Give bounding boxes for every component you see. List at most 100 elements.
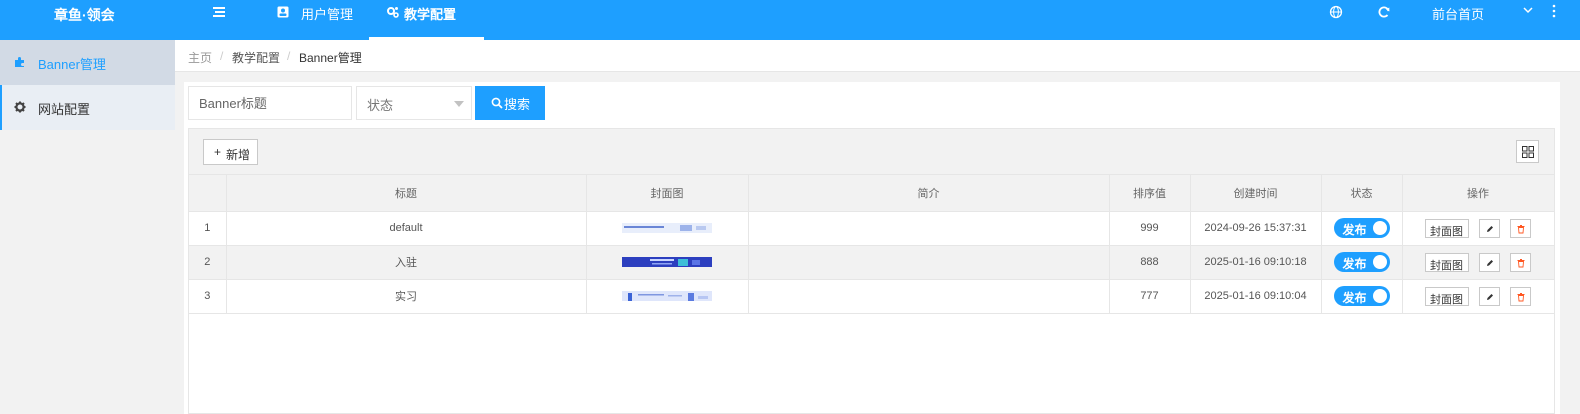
sidebar-item-label: 网站配置: [38, 102, 91, 117]
nav-label: 教学配置: [404, 7, 457, 22]
table-toolbar: + 新增: [189, 129, 1554, 175]
col-header-created[interactable]: 创建时间: [1190, 175, 1322, 212]
status-toggle[interactable]: 发布: [1333, 252, 1390, 272]
add-button-label: 新增: [226, 148, 251, 162]
col-header-status[interactable]: 状态: [1321, 175, 1403, 212]
edit-button[interactable]: [1479, 286, 1500, 306]
search-button-label: 搜索: [504, 97, 531, 112]
row-sort: 999: [1109, 211, 1191, 246]
edit-button[interactable]: [1479, 218, 1500, 238]
more-vertical-icon[interactable]: [1551, 4, 1557, 18]
add-button[interactable]: + 新增: [203, 139, 258, 165]
row-cover: [586, 279, 749, 314]
col-header-index: [189, 175, 227, 212]
row-created: 2024-09-26 15:37:31: [1190, 211, 1322, 246]
gear-icon: [14, 101, 26, 113]
row-intro: [748, 211, 1110, 246]
row-intro: [748, 245, 1110, 280]
top-header: 章鱼·领会 用户管理 教学配置 前台首页: [0, 0, 1580, 40]
cover-button[interactable]: 封面图: [1425, 218, 1469, 238]
banner-table: + 新增 标题 封面图 简介 排序值 创建时间 状态 操作 1 default …: [188, 128, 1555, 414]
row-actions: 封面图: [1402, 211, 1555, 246]
plus-icon: +: [214, 145, 222, 159]
pencil-icon: [1487, 225, 1493, 232]
banner-title-input[interactable]: [188, 86, 352, 120]
nav-user-management[interactable]: 用户管理: [275, 0, 365, 40]
table-header-row: 标题 封面图 简介 排序值 创建时间 状态 操作: [189, 175, 1555, 212]
delete-button[interactable]: [1510, 286, 1531, 306]
col-header-cover[interactable]: 封面图: [586, 175, 749, 212]
cover-button-label: 封面图: [1430, 293, 1463, 306]
row-actions: 封面图: [1402, 245, 1555, 280]
trash-icon: [1517, 224, 1525, 233]
status-toggle-label: 发布: [1342, 257, 1367, 271]
front-home-link[interactable]: 前台首页: [1432, 4, 1484, 23]
row-status: 发布: [1321, 245, 1403, 280]
cover-thumbnail[interactable]: [622, 223, 712, 234]
row-title: 实习: [226, 279, 587, 314]
status-select-value: 状态: [367, 98, 394, 113]
status-toggle-label: 发布: [1342, 291, 1367, 305]
nav-teaching-config[interactable]: 教学配置: [369, 0, 484, 40]
delete-button[interactable]: [1510, 252, 1531, 272]
row-status: 发布: [1321, 279, 1403, 314]
menu-icon[interactable]: [212, 5, 226, 19]
row-intro: [748, 279, 1110, 314]
col-header-intro[interactable]: 简介: [748, 175, 1110, 212]
breadcrumb-current: Banner管理: [299, 51, 362, 65]
row-created: 2025-01-16 09:10:04: [1190, 279, 1322, 314]
row-index: 2: [189, 245, 227, 280]
cover-button-label: 封面图: [1430, 225, 1463, 238]
table-row: 2 入驻 888 2025-01-16 09:10:18 发布 封面图: [189, 245, 1555, 280]
sidebar-indicator: [0, 85, 2, 130]
user-card-icon: [277, 6, 289, 18]
toggle-knob: [1372, 255, 1387, 269]
sidebar-item-site-config[interactable]: 网站配置: [0, 85, 175, 130]
cover-button[interactable]: 封面图: [1425, 286, 1469, 306]
cover-button[interactable]: 封面图: [1425, 252, 1469, 272]
caret-down-icon: [454, 101, 464, 107]
row-index: 3: [189, 279, 227, 314]
cover-thumbnail[interactable]: [622, 257, 712, 268]
table-row: 1 default 999 2024-09-26 15:37:31 发布 封面图: [189, 211, 1555, 246]
edit-button[interactable]: [1479, 252, 1500, 272]
row-index: 1: [189, 211, 227, 246]
grid-icon: [1522, 146, 1534, 158]
row-title: default: [226, 211, 587, 246]
row-cover: [586, 211, 749, 246]
col-header-title[interactable]: 标题: [226, 175, 587, 212]
delete-button[interactable]: [1510, 218, 1531, 238]
sidebar-item-banner[interactable]: Banner管理: [0, 40, 175, 85]
row-sort: 777: [1109, 279, 1191, 314]
row-sort: 888: [1109, 245, 1191, 280]
search-button[interactable]: 搜索: [475, 86, 545, 120]
refresh-icon[interactable]: [1377, 5, 1391, 19]
cover-button-label: 封面图: [1430, 259, 1463, 272]
app-logo[interactable]: 章鱼·领会: [0, 0, 175, 40]
status-select[interactable]: 状态: [356, 86, 472, 120]
column-filter-button[interactable]: [1516, 140, 1539, 163]
row-created: 2025-01-16 09:10:18: [1190, 245, 1322, 280]
status-toggle[interactable]: 发布: [1333, 286, 1390, 306]
pencil-icon: [1487, 293, 1493, 300]
puzzle-icon: [15, 57, 24, 67]
app-title: 章鱼·领会: [54, 7, 115, 23]
row-cover: [586, 245, 749, 280]
breadcrumb-teaching-config[interactable]: 教学配置: [232, 49, 280, 66]
sidebar: Banner管理 网站配置: [0, 40, 175, 414]
chevron-down-icon[interactable]: [1522, 4, 1534, 16]
trash-icon: [1517, 292, 1525, 301]
row-status: 发布: [1321, 211, 1403, 246]
cover-thumbnail[interactable]: [622, 291, 712, 302]
col-header-actions: 操作: [1402, 175, 1555, 212]
table-row: 3 实习 777 2025-01-16 09:10:04 发布 封面图: [189, 279, 1555, 314]
globe-icon[interactable]: [1329, 5, 1343, 19]
breadcrumb: 主页 / 教学配置 / Banner管理: [175, 40, 1580, 72]
data-table: 标题 封面图 简介 排序值 创建时间 状态 操作 1 default 999 2…: [189, 175, 1555, 314]
breadcrumb-home[interactable]: 主页: [188, 49, 212, 66]
status-toggle[interactable]: 发布: [1333, 218, 1390, 238]
status-toggle-label: 发布: [1342, 223, 1367, 237]
col-header-sort[interactable]: 排序值: [1109, 175, 1191, 212]
breadcrumb-separator: /: [287, 49, 291, 63]
toggle-knob: [1372, 289, 1387, 303]
